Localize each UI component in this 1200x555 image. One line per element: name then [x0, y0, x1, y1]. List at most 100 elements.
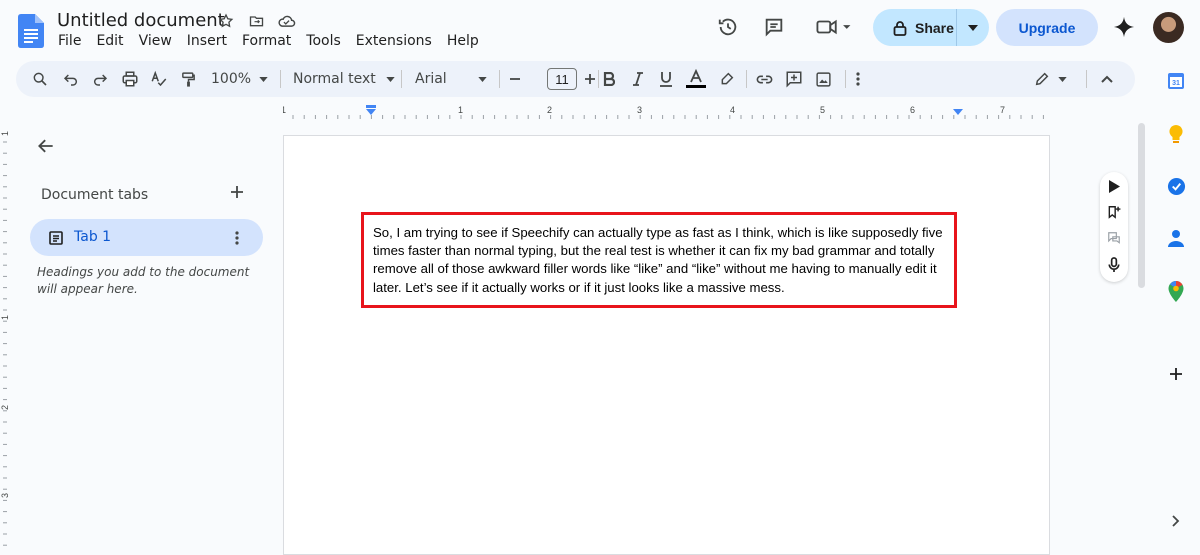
right-indent-marker[interactable]: [953, 109, 963, 115]
toolbar-divider: [401, 70, 402, 88]
side-panel-rail: 31: [1156, 60, 1200, 546]
add-bookmark-icon[interactable]: [1106, 204, 1122, 220]
ruler-label: 2: [0, 405, 10, 410]
toolbar-divider: [845, 70, 846, 88]
top-bar: Untitled document File Edit View Insert …: [0, 0, 1200, 58]
add-comment-icon[interactable]: [785, 61, 803, 97]
search-menus-icon[interactable]: [32, 61, 48, 97]
text-color-icon[interactable]: [686, 61, 706, 97]
ruler-label: 1: [458, 105, 463, 115]
ruler-label: 1: [283, 105, 286, 115]
menu-help[interactable]: Help: [447, 33, 486, 49]
editing-mode-select[interactable]: [1034, 61, 1067, 97]
document-title[interactable]: Untitled document: [57, 10, 225, 31]
ruler-label: 1: [0, 131, 10, 136]
calendar-icon[interactable]: 31: [1164, 68, 1188, 92]
contacts-icon[interactable]: [1164, 226, 1188, 250]
keep-icon[interactable]: [1164, 122, 1188, 146]
menu-file[interactable]: File: [58, 33, 88, 49]
menu-insert[interactable]: Insert: [187, 33, 234, 49]
underline-icon[interactable]: [659, 61, 673, 97]
back-arrow-icon[interactable]: [36, 136, 56, 161]
font-select[interactable]: Arial: [415, 61, 487, 97]
increase-font-size-icon[interactable]: [584, 61, 596, 97]
collapse-menus-icon[interactable]: [1101, 61, 1113, 97]
ruler-label: 5: [820, 105, 825, 115]
toolbar-divider: [746, 70, 747, 88]
get-add-ons-icon[interactable]: [1164, 362, 1188, 386]
docs-logo-icon[interactable]: [18, 14, 44, 48]
move-folder-icon[interactable]: [246, 11, 266, 31]
share-label: Share: [915, 19, 954, 36]
menu-tools[interactable]: Tools: [306, 33, 348, 49]
caret-down-icon: [478, 76, 487, 82]
document-body-text[interactable]: So, I am trying to see if Speechify can …: [373, 224, 953, 297]
sidebar-tab-item[interactable]: Tab 1: [30, 219, 263, 256]
microphone-icon[interactable]: [1106, 256, 1122, 272]
suggest-edits-icon[interactable]: [1106, 230, 1122, 246]
zoom-value: 100%: [211, 71, 252, 87]
version-history-icon[interactable]: [714, 13, 742, 41]
menu-edit[interactable]: Edit: [96, 33, 130, 49]
caret-down-icon: [259, 76, 268, 82]
account-avatar[interactable]: [1153, 12, 1184, 43]
toolbar-divider: [280, 70, 281, 88]
font-size-input[interactable]: 11: [547, 68, 577, 90]
star-icon[interactable]: [216, 11, 236, 31]
vertical-ruler[interactable]: 1 1 2 3: [0, 122, 14, 546]
document-tab-icon: [49, 231, 63, 245]
more-options-icon[interactable]: [856, 61, 860, 97]
document-page[interactable]: [283, 135, 1050, 555]
caret-down-icon: [968, 24, 978, 31]
play-icon[interactable]: [1106, 178, 1122, 194]
first-line-indent-marker[interactable]: [366, 105, 376, 108]
formatting-toolbar: 100% Normal text Arial 11: [16, 61, 1135, 97]
tab-label: Tab 1: [74, 229, 112, 245]
insert-image-icon[interactable]: [815, 61, 832, 97]
undo-icon[interactable]: [63, 61, 79, 97]
pencil-icon: [1035, 72, 1049, 86]
print-icon[interactable]: [121, 61, 139, 97]
tasks-icon[interactable]: [1164, 174, 1188, 198]
add-tab-icon[interactable]: [230, 185, 244, 204]
spellcheck-icon[interactable]: [150, 61, 168, 97]
ruler-label: 1: [0, 315, 10, 320]
share-options-dropdown[interactable]: [957, 24, 989, 31]
italic-icon[interactable]: [632, 61, 644, 97]
document-tabs-heading: Document tabs: [41, 187, 149, 203]
highlight-color-icon[interactable]: [719, 61, 735, 97]
left-indent-marker[interactable]: [366, 109, 376, 115]
insert-link-icon[interactable]: [755, 61, 774, 97]
caret-down-icon: [1058, 76, 1067, 82]
ruler-label: 7: [1000, 105, 1005, 115]
share-button[interactable]: Share: [873, 9, 989, 46]
headings-hint: Headings you add to the document will ap…: [37, 265, 250, 296]
meet-video-icon[interactable]: [811, 13, 855, 41]
zoom-select[interactable]: 100%: [211, 61, 268, 97]
horizontal-ruler[interactable]: 1 1 2 3 4 5 6 7: [283, 100, 1050, 122]
toolbar-divider: [598, 70, 599, 88]
bold-icon[interactable]: [603, 61, 615, 97]
ruler-label: 3: [0, 493, 10, 498]
maps-icon[interactable]: [1164, 279, 1188, 303]
upgrade-button[interactable]: Upgrade: [996, 9, 1098, 46]
menu-format[interactable]: Format: [242, 33, 298, 49]
cloud-saved-icon[interactable]: [276, 11, 296, 31]
ruler-label: 3: [637, 105, 642, 115]
menu-extensions[interactable]: Extensions: [356, 33, 439, 49]
expand-side-panel-icon[interactable]: [1164, 509, 1188, 533]
toolbar-divider: [1086, 70, 1087, 88]
calendar-day: 31: [1172, 80, 1180, 87]
decrease-font-size-icon[interactable]: [509, 61, 521, 97]
tab-more-options-icon[interactable]: [235, 231, 239, 245]
comments-icon[interactable]: [760, 13, 788, 41]
paragraph-style-select[interactable]: Normal text: [293, 61, 395, 97]
ruler-label: 4: [730, 105, 735, 115]
ruler-label: 6: [910, 105, 915, 115]
paint-format-icon[interactable]: [180, 61, 197, 97]
redo-icon[interactable]: [92, 61, 108, 97]
menu-view[interactable]: View: [139, 33, 179, 49]
gemini-sparkle-icon[interactable]: [1110, 13, 1138, 41]
caret-down-icon: [386, 76, 395, 82]
vertical-scrollbar[interactable]: [1138, 123, 1145, 288]
